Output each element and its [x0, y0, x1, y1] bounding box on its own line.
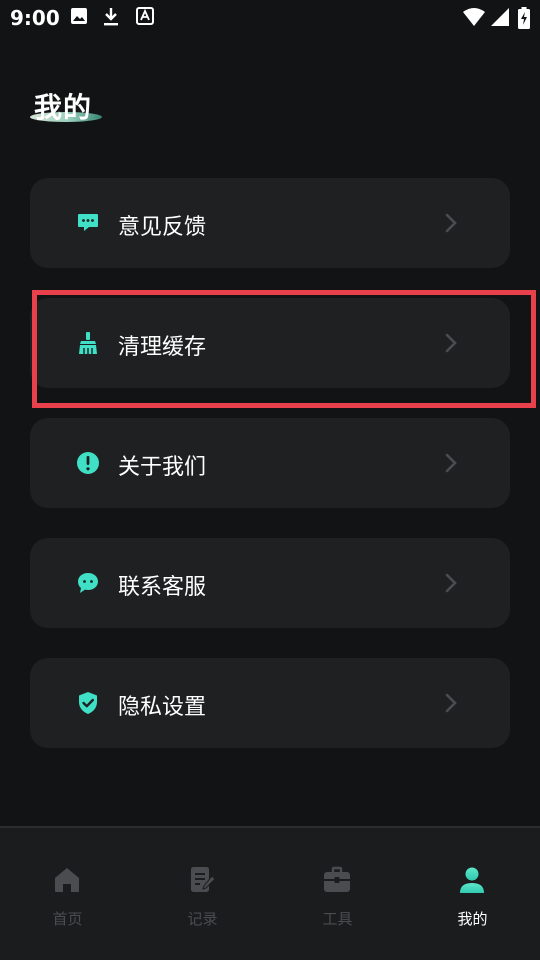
- customer-service-chat-icon: [78, 573, 98, 593]
- menu-item-clear-cache[interactable]: 清理缓存: [30, 298, 510, 388]
- note-edit-icon: [191, 867, 216, 892]
- menu-item-about-us[interactable]: 关于我们: [30, 418, 510, 508]
- status-time: 9:00: [10, 6, 60, 30]
- menu-item-label: 意见反馈: [118, 215, 207, 240]
- menu-item-label: 联系客服: [118, 575, 207, 600]
- broom-icon: [79, 332, 97, 354]
- home-icon: [55, 868, 79, 892]
- cell-signal-icon: [491, 8, 509, 26]
- chevron-right-icon: [445, 573, 457, 593]
- page-title-group: 我的: [30, 86, 114, 130]
- menu-item-feedback[interactable]: 意见反馈: [30, 178, 510, 268]
- chevron-right-icon: [445, 213, 457, 233]
- menu-item-label: 隐私设置: [118, 695, 207, 720]
- feedback-chat-icon: [78, 214, 98, 231]
- chevron-right-icon: [445, 333, 457, 353]
- nav-tab-label: 首页: [52, 910, 83, 928]
- page-title: 我的: [34, 91, 93, 124]
- menu-item-label: 关于我们: [118, 455, 207, 480]
- profile-screen: 9:00 我的 意见反馈 清理缓存 关于我们 联系客服 隐私设置 首页 记录 工…: [0, 0, 540, 960]
- nav-tab-label: 工具: [322, 910, 353, 928]
- text-a-icon: [136, 7, 154, 25]
- status-bar: 9:00: [0, 0, 540, 36]
- user-icon: [460, 867, 484, 893]
- shield-check-icon: [79, 692, 97, 714]
- chevron-right-icon: [445, 693, 457, 713]
- info-exclamation-icon: [77, 452, 99, 474]
- nav-tab-tools[interactable]: 工具: [270, 828, 405, 960]
- menu-item-privacy-settings[interactable]: 隐私设置: [30, 658, 510, 748]
- menu-item-customer-service[interactable]: 联系客服: [30, 538, 510, 628]
- toolbox-icon: [324, 866, 350, 892]
- battery-charging-icon: [518, 7, 530, 29]
- bottom-navigation-bar: 首页 记录 工具 我的: [0, 826, 540, 960]
- chevron-right-icon: [445, 453, 457, 473]
- nav-tab-label: 记录: [187, 910, 218, 928]
- nav-tab-label: 我的: [457, 910, 488, 928]
- download-icon: [104, 8, 118, 26]
- nav-tab-home[interactable]: 首页: [0, 828, 135, 960]
- menu-item-label: 清理缓存: [118, 335, 207, 360]
- wifi-icon: [463, 8, 485, 26]
- image-notification-icon: [71, 8, 87, 24]
- nav-tab-records[interactable]: 记录: [135, 828, 270, 960]
- nav-tab-mine[interactable]: 我的: [405, 828, 540, 960]
